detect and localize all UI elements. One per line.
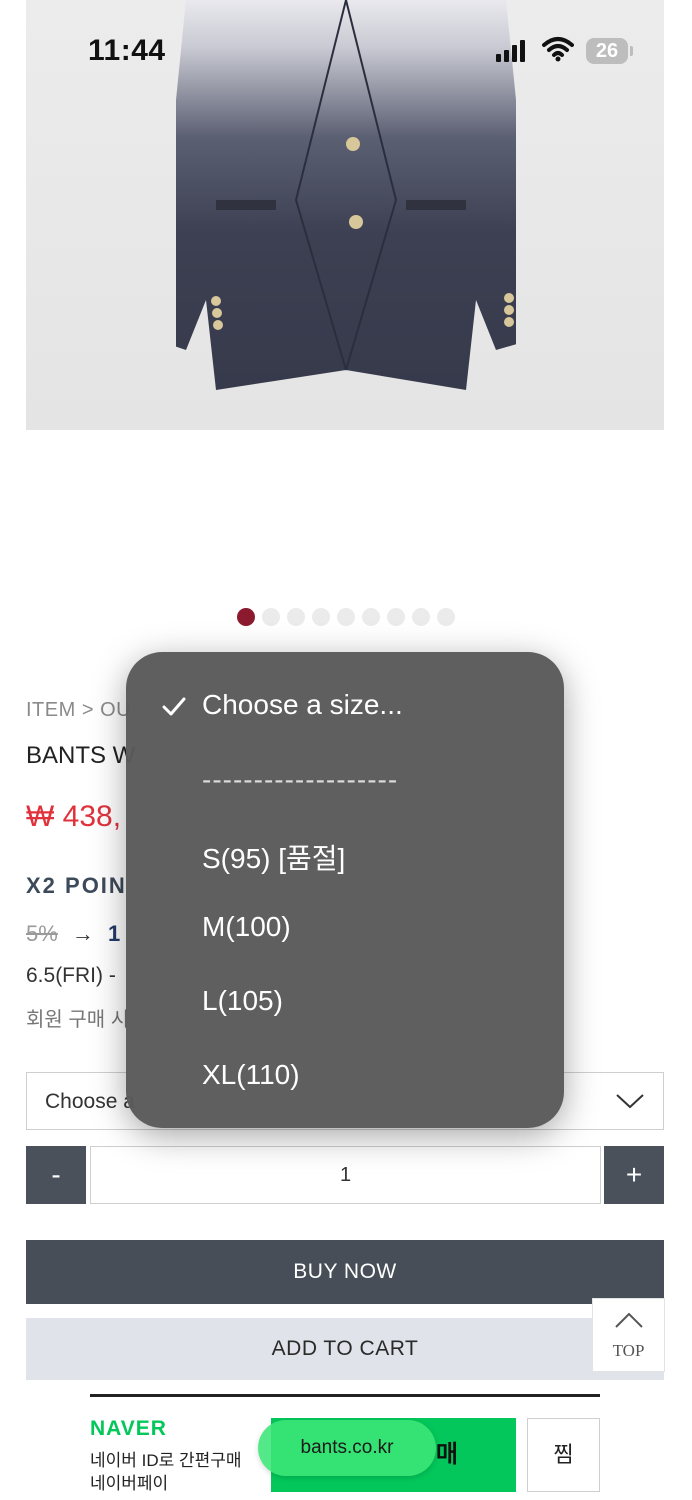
wishlist-button[interactable]: 찜 <box>527 1418 600 1492</box>
size-option-s95[interactable]: S(95) [품절] <box>202 837 345 877</box>
product-price: ₩ 438, <box>26 800 122 833</box>
point-promo-title: X2 POIN <box>26 873 127 898</box>
carousel-dot[interactable] <box>262 608 280 626</box>
carousel-dot-active[interactable] <box>237 608 255 626</box>
browser-domain-pill[interactable]: bants.co.kr <box>258 1420 436 1476</box>
carousel-dot[interactable] <box>387 608 405 626</box>
carousel-dot[interactable] <box>337 608 355 626</box>
cellular-signal-icon <box>496 40 525 62</box>
scroll-top-button[interactable]: TOP <box>592 1298 665 1372</box>
buy-now-button[interactable]: BUY NOW <box>26 1240 664 1304</box>
chevron-up-icon <box>615 1312 643 1328</box>
status-bar: 11:44 26 <box>0 0 692 100</box>
battery-icon: 26 <box>586 38 628 64</box>
product-name: BANTS W <box>26 742 136 769</box>
carousel-dot[interactable] <box>287 608 305 626</box>
size-option-separator: ------------------- <box>202 764 399 795</box>
scroll-top-label: TOP <box>612 1341 645 1360</box>
naver-id-text: 네이버 ID로 간편구매 <box>90 1451 242 1470</box>
point-rate-new: 1 <box>108 921 121 946</box>
size-option-xl110[interactable]: XL(110) <box>202 1059 300 1091</box>
status-time: 11:44 <box>88 34 166 67</box>
breadcrumb[interactable]: ITEM > OU <box>26 699 131 722</box>
carousel-dot[interactable] <box>312 608 330 626</box>
quantity-input[interactable]: 1 <box>90 1146 601 1204</box>
size-option-l105[interactable]: L(105) <box>202 985 283 1017</box>
divider <box>90 1394 600 1397</box>
carousel-dot[interactable] <box>437 608 455 626</box>
size-dropdown-menu: Choose a size... ------------------- S(9… <box>126 652 564 1128</box>
point-rate-old: 5% <box>26 921 58 946</box>
carousel-dots <box>237 608 455 626</box>
size-select-value: Choose a <box>45 1090 135 1113</box>
shipping-date: 6.5(FRI) - <box>26 964 116 987</box>
quantity-minus-button[interactable]: - <box>26 1146 86 1204</box>
naver-pay-text: 네이버페이 <box>90 1474 169 1493</box>
wifi-icon <box>542 37 574 62</box>
add-to-cart-button[interactable]: ADD TO CART <box>26 1318 664 1380</box>
carousel-dot[interactable] <box>412 608 430 626</box>
chevron-down-icon <box>616 1094 644 1109</box>
size-option-choose[interactable]: Choose a size... <box>202 689 403 721</box>
carousel-dot[interactable] <box>362 608 380 626</box>
member-note: 회원 구매 시 <box>26 1009 130 1031</box>
battery-nub <box>630 46 633 56</box>
size-option-m100[interactable]: M(100) <box>202 911 291 943</box>
point-arrow: → <box>71 921 94 946</box>
point-rate-row: 5% → 1 <box>26 921 120 947</box>
checkmark-icon <box>162 697 186 716</box>
quantity-plus-button[interactable]: + <box>604 1146 664 1204</box>
naver-logo: NAVER <box>90 1417 167 1440</box>
